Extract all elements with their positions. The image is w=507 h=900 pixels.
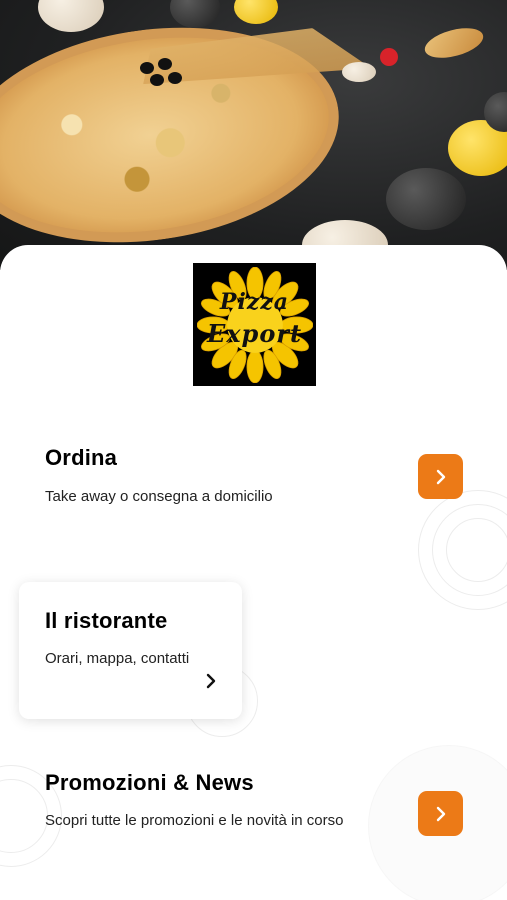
section-description: Take away o consegna a domicilio xyxy=(45,488,273,505)
content-sheet: Pizza Export Ordina Take away o consegna… xyxy=(0,245,507,900)
tomato xyxy=(380,48,398,66)
dough-ball xyxy=(38,0,104,32)
chevron-right-icon xyxy=(206,673,216,689)
section-ordina[interactable]: Ordina Take away o consegna a domicilio xyxy=(45,445,405,509)
pizza-slice xyxy=(421,22,487,64)
chevron-right-icon xyxy=(436,469,445,484)
logo-text-line2: Export xyxy=(206,319,303,348)
promozioni-arrow-button[interactable] xyxy=(418,791,463,836)
section-title: Ordina xyxy=(45,445,118,470)
olive xyxy=(158,58,172,70)
brand-logo: Pizza Export xyxy=(193,263,316,386)
section-title: Promozioni & News xyxy=(45,770,254,795)
section-description: Scopri tutte le promozioni e le novità i… xyxy=(45,812,344,829)
olive xyxy=(168,72,182,84)
logo-text-line1: Pizza xyxy=(219,289,290,315)
olive xyxy=(140,62,154,74)
dough-ball xyxy=(170,0,220,28)
dough-ball xyxy=(234,0,278,24)
decor-ring xyxy=(446,518,507,582)
section-title: Il ristorante xyxy=(45,608,168,633)
section-ristorante-card[interactable]: Il ristorante Orari, mappa, contatti xyxy=(19,582,242,719)
hero-image xyxy=(0,0,507,270)
section-promozioni[interactable]: Promozioni & News Scopri tutte le promoz… xyxy=(45,770,365,833)
olive xyxy=(150,74,164,86)
ordina-arrow-button[interactable] xyxy=(418,454,463,499)
section-description: Orari, mappa, contatti xyxy=(45,650,190,667)
chevron-right-icon xyxy=(436,806,445,821)
dough-ball xyxy=(386,168,466,230)
mozzarella xyxy=(342,62,376,82)
